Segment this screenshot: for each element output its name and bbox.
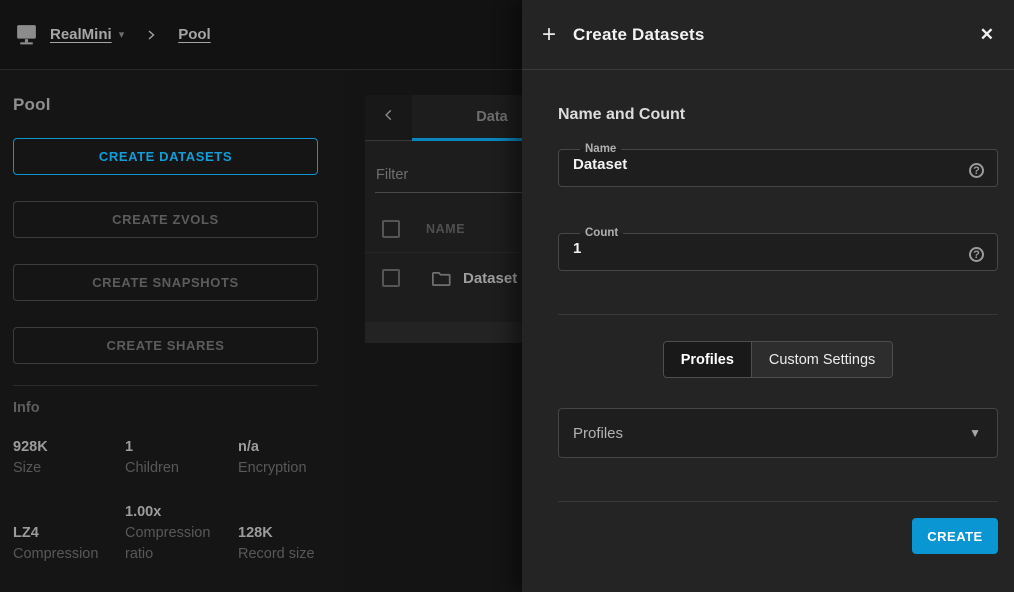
help-icon[interactable]: ?	[969, 163, 984, 178]
create-snapshots-button[interactable]: CREATE SNAPSHOTS	[13, 264, 318, 301]
create-shares-button[interactable]: CREATE SHARES	[13, 327, 318, 364]
plus-icon: +	[542, 23, 556, 47]
drawer-actions: CREATE	[558, 518, 998, 554]
app-screen: Data NAME Dataset	[0, 0, 1014, 592]
tab-custom-settings[interactable]: Custom Settings	[751, 342, 892, 377]
create-datasets-button[interactable]: CREATE DATASETS	[13, 138, 318, 175]
name-field-label: Name	[580, 143, 621, 155]
drawer-body: Name and Count Name ? Count ? Profiles C…	[522, 106, 1014, 554]
column-header-name: NAME	[426, 222, 465, 236]
caret-down-icon[interactable]: ▾	[119, 28, 125, 41]
system-icon	[14, 22, 39, 47]
tab-data-label: Data	[476, 109, 507, 125]
profiles-select-label: Profiles	[573, 425, 623, 442]
breadcrumb-system-link[interactable]: RealMini	[50, 26, 112, 43]
stat-encryption: n/a Encryption	[238, 437, 335, 479]
chevron-right-icon	[145, 28, 157, 42]
drawer-divider	[558, 501, 998, 502]
profiles-select[interactable]: Profiles ▼	[558, 408, 998, 458]
row-checkbox[interactable]	[382, 269, 400, 287]
count-field-label: Count	[580, 227, 623, 239]
stat-record-size: 128K Record size	[238, 523, 335, 565]
chevron-down-icon: ▼	[969, 426, 981, 440]
mode-toggle-row: Profiles Custom Settings	[558, 341, 998, 378]
pool-sidebar: Pool CREATE DATASETS CREATE ZVOLS CREATE…	[0, 70, 345, 592]
pool-title: Pool	[13, 95, 345, 115]
dataset-name: Dataset	[463, 270, 517, 287]
count-input[interactable]	[573, 239, 947, 257]
stat-children: 1 Children	[125, 437, 238, 479]
breadcrumb-pool-link[interactable]: Pool	[178, 26, 211, 43]
folder-icon	[431, 269, 452, 288]
create-datasets-drawer: + Create Datasets ✕ Name and Count Name …	[522, 0, 1014, 592]
count-field: Count ?	[558, 227, 998, 271]
name-input[interactable]	[573, 155, 947, 173]
tab-paginate-before-button[interactable]	[365, 95, 412, 141]
info-stats-grid: 928K Size 1 Children n/a Encryption LZ4 …	[13, 437, 335, 565]
create-button[interactable]: CREATE	[912, 518, 998, 554]
section-title: Name and Count	[558, 106, 998, 124]
create-zvols-button[interactable]: CREATE ZVOLS	[13, 201, 318, 238]
chevron-left-icon	[382, 108, 396, 127]
drawer-divider	[558, 314, 998, 315]
select-all-checkbox[interactable]	[382, 220, 400, 238]
name-field: Name ?	[558, 143, 998, 187]
drawer-header: + Create Datasets ✕	[522, 0, 1014, 70]
tab-profiles[interactable]: Profiles	[664, 342, 751, 377]
stat-compression: LZ4 Compression	[13, 523, 125, 565]
drawer-title: Create Datasets	[573, 25, 705, 45]
help-icon[interactable]: ?	[969, 247, 984, 262]
close-icon[interactable]: ✕	[976, 21, 998, 49]
sidebar-divider	[13, 385, 318, 386]
mode-toggle-group: Profiles Custom Settings	[663, 341, 894, 378]
stat-compression-ratio: 1.00x Compression ratio	[125, 502, 238, 565]
info-section-title: Info	[13, 400, 345, 416]
stat-size: 928K Size	[13, 437, 125, 479]
